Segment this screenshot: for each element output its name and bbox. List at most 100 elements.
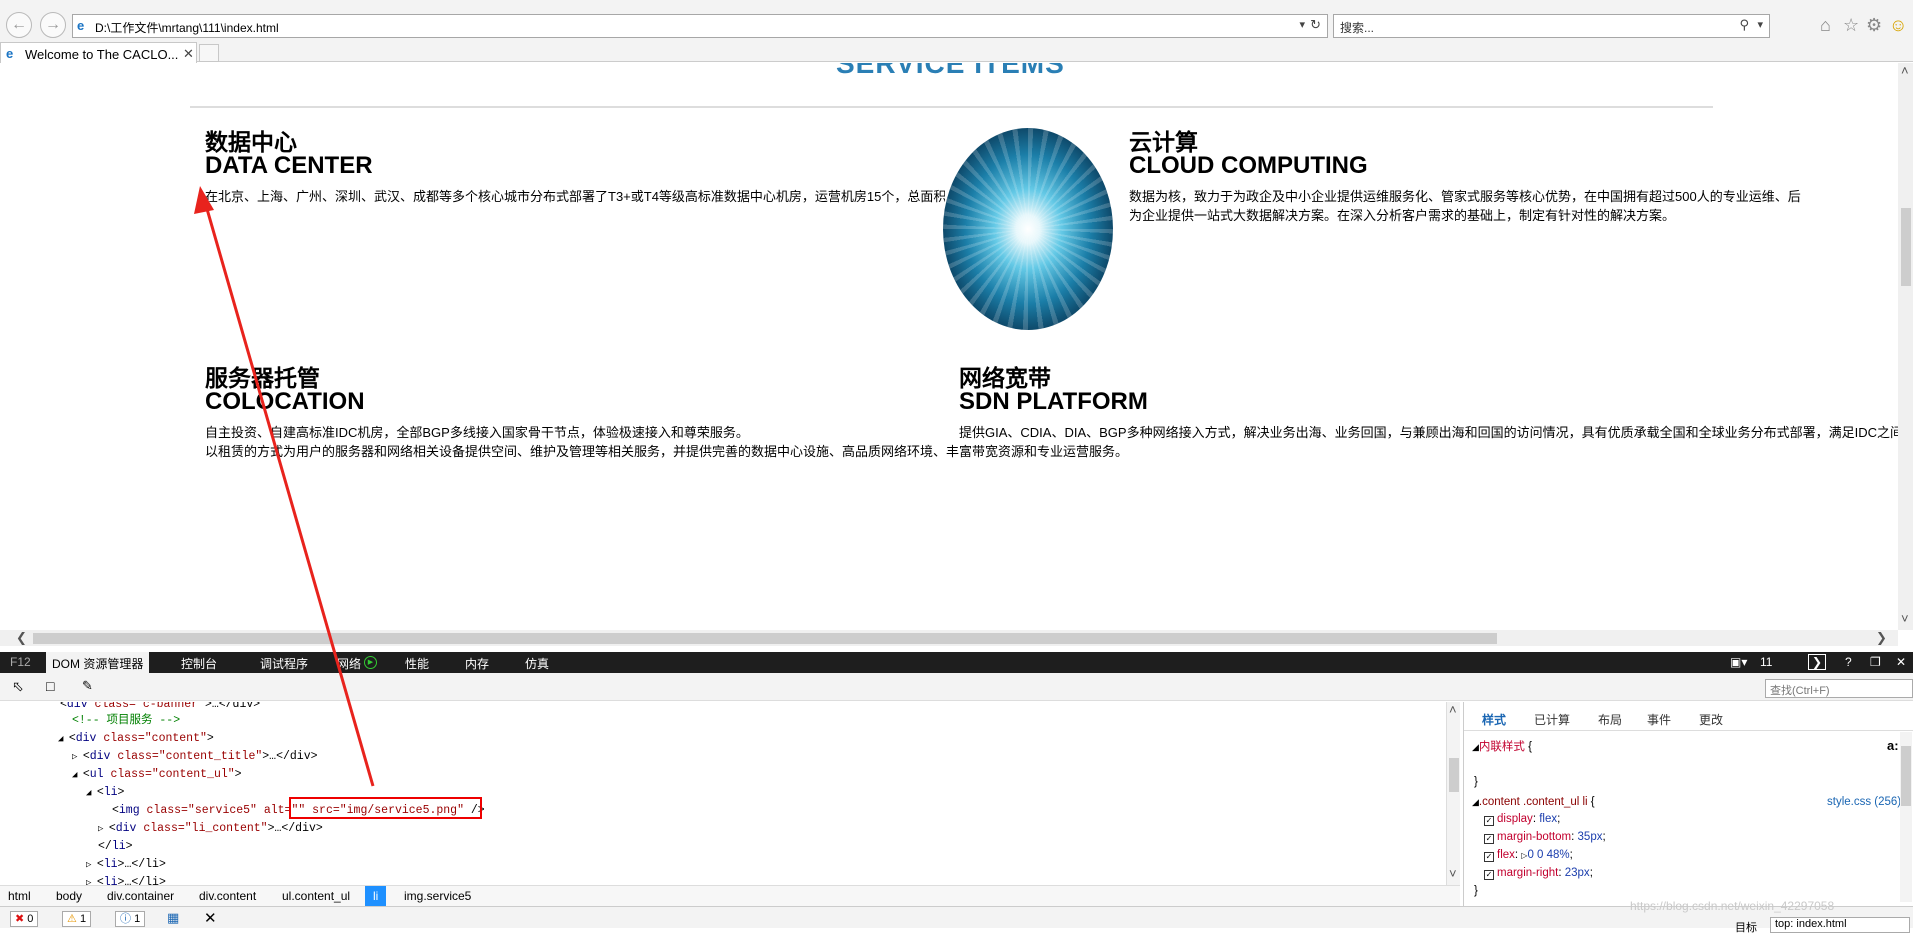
dom-punct: </ (98, 840, 112, 853)
color-picker-icon[interactable]: ✎ (82, 678, 93, 694)
section-title: SERVICE ITEMS (836, 63, 1065, 79)
dom-attrs: class="content_ul" (103, 768, 235, 781)
dom-node[interactable]: ◢ <ul class="content_ul"> (72, 766, 242, 784)
find-input[interactable]: 查找(Ctrl+F) (1765, 679, 1913, 698)
css-rule[interactable]: ◢.content .content_ul li { (1472, 794, 1595, 811)
error-count[interactable]: ✖ 0 (10, 911, 39, 927)
home-icon[interactable]: ⌂ (1820, 15, 1831, 36)
tab-console[interactable]: 控制台 (181, 655, 217, 672)
tab-styles[interactable]: 样式 (1482, 711, 1506, 728)
styles-scrollbar[interactable] (1900, 732, 1912, 902)
dom-scrollbar[interactable]: ˄ ˅ (1446, 702, 1460, 885)
doc-mode[interactable]: 11 (1760, 655, 1772, 669)
console-toggle-icon[interactable]: ❯ (1808, 654, 1827, 670)
dom-node[interactable]: ▷ <div class="content_title">…</div> (72, 748, 318, 766)
service-title-en: DATA CENTER (205, 152, 373, 179)
tab-dom-explorer[interactable]: DOM 资源管理器 (46, 652, 150, 673)
checkbox[interactable]: ✓ (1484, 834, 1494, 844)
back-button[interactable]: ← (6, 12, 32, 38)
dom-tag: li (103, 858, 118, 871)
refresh-icon[interactable]: ↻ (1310, 17, 1321, 33)
tab-emulation[interactable]: 仿真 (525, 655, 549, 672)
filter-icon[interactable]: ▦ (167, 910, 179, 926)
search-input[interactable]: 搜索... (1340, 19, 1374, 36)
scroll-thumb[interactable] (1901, 208, 1911, 286)
target-select[interactable]: top: index.html (1770, 917, 1910, 933)
dom-punct: >…</div> (204, 702, 261, 711)
checkbox[interactable]: ✓ (1484, 870, 1494, 880)
crumb-item[interactable]: img.service5 (404, 889, 471, 903)
css-property[interactable]: ✓ margin-bottom: 35px; (1484, 829, 1606, 846)
dom-node[interactable]: ▷ <div class="li_content">…</div> (98, 820, 323, 838)
scroll-thumb[interactable] (33, 633, 1497, 644)
scroll-right-icon[interactable]: ❯ (1876, 630, 1887, 646)
checkbox[interactable]: ✓ (1484, 852, 1494, 862)
expanded-icon[interactable]: ◢ (58, 734, 69, 744)
tab-network[interactable]: 网络 (337, 655, 361, 672)
scroll-thumb[interactable] (1449, 758, 1459, 792)
crumb-item[interactable]: body (56, 889, 82, 903)
dom-punct: >…</li> (117, 876, 166, 885)
close-icon[interactable]: ✕ (1896, 655, 1906, 669)
tab-events[interactable]: 事件 (1647, 711, 1671, 728)
forward-button[interactable]: → (40, 12, 66, 38)
scroll-up-icon[interactable]: ˄ (1901, 63, 1909, 78)
tab-debugger[interactable]: 调试程序 (260, 655, 308, 672)
highlight-icon[interactable]: □ (46, 678, 54, 694)
expanded-icon[interactable]: ◢ (72, 770, 83, 780)
info-count[interactable]: ⓘ 1 (115, 911, 146, 927)
gear-icon[interactable]: ⚙ (1866, 15, 1882, 36)
crumb-item[interactable]: div.content (199, 889, 256, 903)
scroll-down-icon[interactable]: ˅ (1449, 866, 1457, 881)
new-rule-icon[interactable]: a: (1887, 738, 1899, 753)
css-property[interactable]: ✓ display: flex; (1484, 811, 1560, 828)
crumb-item[interactable]: html (8, 889, 31, 903)
css-property[interactable]: ✓ margin-right: 23px; (1484, 865, 1593, 882)
vertical-scrollbar[interactable]: ˄ ˅ (1898, 63, 1913, 630)
warning-count[interactable]: ⚠ 1 (62, 911, 92, 927)
dom-node[interactable]: ▷ <li>…</li> (86, 856, 166, 874)
collapsed-icon[interactable]: ▷ (72, 752, 83, 762)
close-icon[interactable]: ✕ (204, 909, 217, 927)
browser-tab[interactable]: e Welcome to The CACLO... ✕ (0, 42, 197, 64)
inline-style-rule[interactable]: ◢内联样式 { (1472, 739, 1532, 756)
checkbox[interactable]: ✓ (1484, 816, 1494, 826)
search-dropdown-icon[interactable]: ▾ (1757, 18, 1763, 31)
scroll-up-icon[interactable]: ˄ (1449, 702, 1457, 717)
scroll-down-icon[interactable]: ˅ (1901, 611, 1909, 626)
dom-node[interactable]: </li> (98, 838, 133, 856)
rule-source-link[interactable]: style.css (256) (1827, 794, 1901, 811)
new-tab-button[interactable] (199, 44, 219, 62)
search-box[interactable]: 搜索... ⚲ ▾ (1333, 14, 1770, 38)
dom-node[interactable]: ◢ <li> (86, 784, 124, 802)
collapsed-icon[interactable]: ▷ (98, 824, 109, 834)
dropdown-icon[interactable]: ▾ (1299, 18, 1305, 31)
scroll-left-icon[interactable]: ❮ (16, 630, 27, 646)
expanded-icon[interactable]: ◢ (86, 788, 97, 798)
tab-memory[interactable]: 内存 (465, 655, 489, 672)
collapsed-icon[interactable]: ▷ (86, 860, 97, 870)
tab-performance[interactable]: 性能 (405, 655, 429, 672)
crumb-item[interactable]: div.container (107, 889, 174, 903)
crumb-item[interactable]: ul.content_ul (282, 889, 350, 903)
select-element-icon[interactable]: ⬁ (12, 678, 24, 695)
dom-node[interactable]: ▷ <li>…</li> (86, 874, 166, 885)
smiley-icon[interactable]: ☺ (1889, 15, 1907, 36)
help-icon[interactable]: ? (1845, 655, 1852, 669)
horizontal-scrollbar[interactable]: ❮ ❯ (0, 630, 1898, 646)
search-icon[interactable]: ⚲ (1739, 17, 1749, 33)
crumb-item-active[interactable]: li (365, 886, 387, 907)
tab-computed[interactable]: 已计算 (1534, 711, 1570, 728)
dom-comment[interactable]: <!-- 项目服务 --> (72, 712, 180, 730)
collapsed-icon[interactable]: ▷ (86, 878, 97, 885)
scroll-thumb[interactable] (1901, 746, 1911, 806)
tab-layout[interactable]: 布局 (1598, 711, 1622, 728)
tab-changes[interactable]: 更改 (1699, 711, 1723, 728)
dom-node[interactable]: ◢ <div class="content"> (58, 730, 214, 748)
monitor-icon[interactable]: ▣▾ (1730, 655, 1747, 669)
undock-icon[interactable]: ❐ (1870, 655, 1881, 669)
favorites-icon[interactable]: ☆ (1843, 15, 1859, 36)
address-bar[interactable]: e D:\工作文件\mrtang\111\index.html ▾ ↻ (72, 14, 1328, 38)
close-icon[interactable]: ✕ (183, 46, 194, 62)
css-property[interactable]: ✓ flex: ▷0 0 48%; (1484, 847, 1573, 864)
